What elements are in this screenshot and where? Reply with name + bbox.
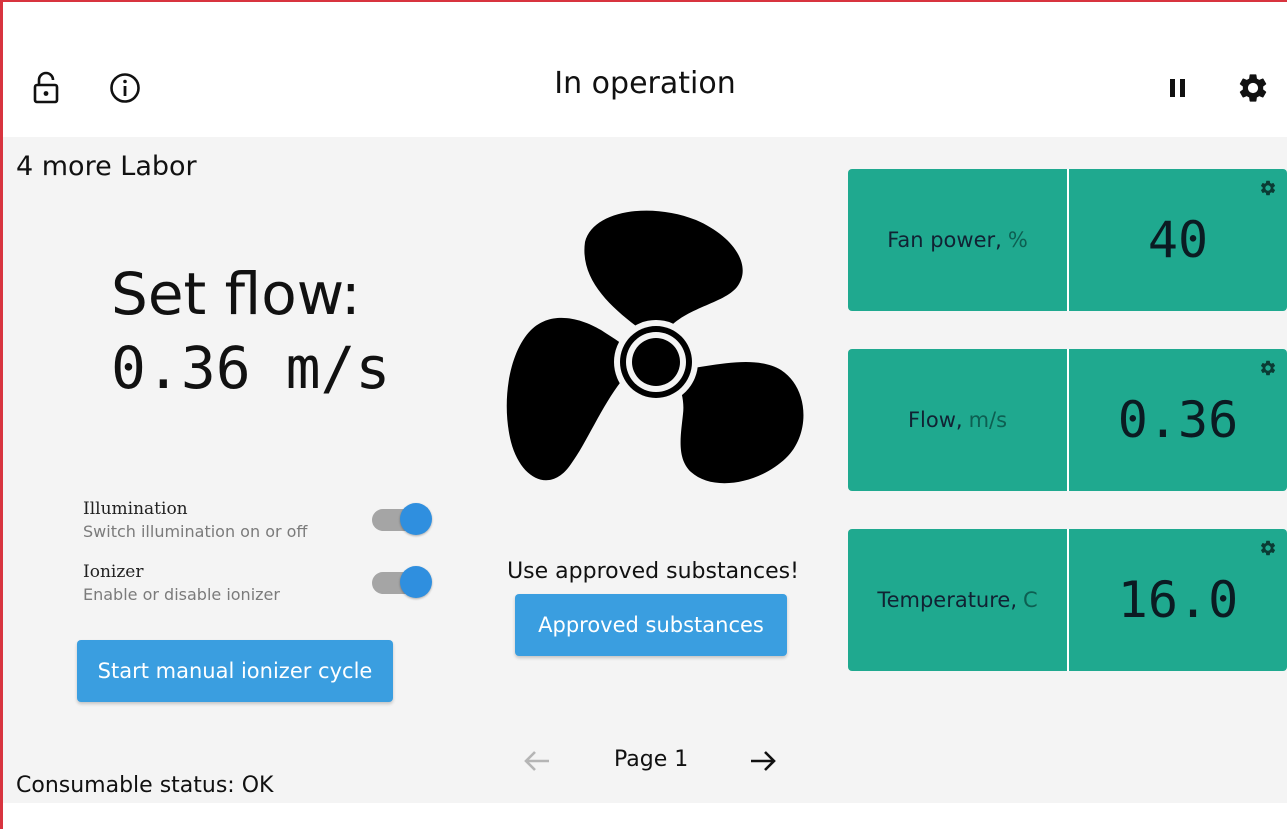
gear-icon-graphic xyxy=(1239,74,1267,102)
set-flow-value: 0.36 m/s xyxy=(111,334,391,402)
gear-icon[interactable] xyxy=(1259,359,1277,377)
tile-value: 0.36 xyxy=(1117,391,1239,449)
illumination-switch[interactable] xyxy=(372,501,432,535)
tile-unit: % xyxy=(1007,228,1028,252)
switch-knob xyxy=(400,566,432,598)
tile-unit: C xyxy=(1023,588,1038,612)
warning-text: Use approved substances! xyxy=(507,559,799,584)
consumable-status: Consumable status: OK xyxy=(16,773,274,798)
tile-unit: m/s xyxy=(968,408,1008,432)
pause-icon-graphic xyxy=(1170,79,1185,97)
arrow-right-icon[interactable] xyxy=(747,745,779,777)
gear-icon[interactable] xyxy=(1259,539,1277,557)
fan-power-tile[interactable]: Fan power,% 40 xyxy=(848,169,1287,311)
toggle-ionizer: Ionizer Enable or disable ionizer xyxy=(83,562,280,604)
flow-tile[interactable]: Flow, m/s 0.36 xyxy=(848,349,1287,491)
tile-label: Temperature, C xyxy=(848,529,1067,671)
toggle-title: Ionizer xyxy=(83,562,144,582)
tile-label-text: Fan power, xyxy=(887,228,1002,252)
approved-substances-button[interactable]: Approved substances xyxy=(515,594,787,656)
toggle-title: Illumination xyxy=(83,499,188,519)
tile-label-text: Flow, xyxy=(907,408,963,432)
top-bar: In operation xyxy=(3,2,1287,137)
main-panel: 4 more Labor Set flow: 0.36 m/s Illumina… xyxy=(3,137,1287,803)
switch-knob xyxy=(400,503,432,535)
toggle-subtitle: Switch illumination on or off xyxy=(83,522,308,541)
set-flow-display: Set flow: 0.36 m/s xyxy=(111,257,390,405)
set-flow-label: Set flow: xyxy=(111,260,361,328)
start-manual-ionizer-button[interactable]: Start manual ionizer cycle xyxy=(77,640,393,702)
gear-icon[interactable] xyxy=(1235,68,1271,108)
tile-value: 40 xyxy=(1147,211,1209,269)
fan-icon xyxy=(506,210,804,484)
pause-icon[interactable] xyxy=(1160,68,1196,108)
site-name: 4 more Labor xyxy=(16,151,197,182)
tile-label: Flow, m/s xyxy=(848,349,1067,491)
page-title: In operation xyxy=(554,66,736,101)
toggle-subtitle: Enable or disable ionizer xyxy=(83,585,280,604)
gear-icon[interactable] xyxy=(1259,179,1277,197)
ionizer-switch[interactable] xyxy=(372,564,432,598)
tile-label: Fan power,% xyxy=(848,169,1067,311)
tile-value: 16.0 xyxy=(1117,571,1239,629)
page-label: Page 1 xyxy=(614,747,689,772)
toggle-illumination: Illumination Switch illumination on or o… xyxy=(83,499,307,541)
arrow-left-icon[interactable] xyxy=(521,745,553,777)
temperature-tile[interactable]: Temperature, C 16.0 xyxy=(848,529,1287,671)
tile-label-text: Temperature, xyxy=(877,588,1018,612)
